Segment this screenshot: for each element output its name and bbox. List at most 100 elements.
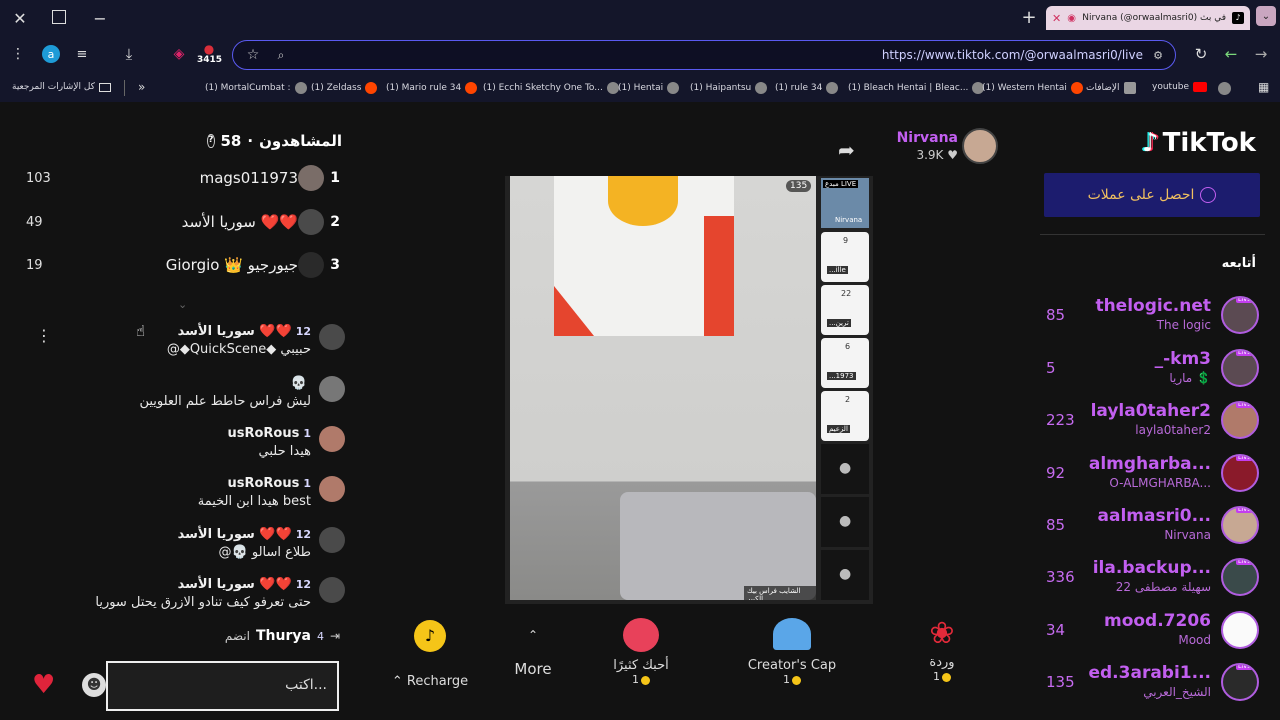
bookmark-item[interactable]: (1) Ecchi Sketchy One To... xyxy=(483,82,619,94)
close-tab-icon[interactable]: ✕ xyxy=(1052,12,1061,25)
profile-avatar[interactable]: a xyxy=(42,45,60,63)
more-gifts-button[interactable]: ⌃ More xyxy=(508,614,558,678)
person-icon: ● xyxy=(839,513,852,529)
heart-gift-icon xyxy=(623,618,659,652)
video-caption: الشايب فراس بيك الكبير xyxy=(744,586,816,600)
minimize-icon[interactable]: − xyxy=(92,9,108,28)
avatar xyxy=(319,527,345,553)
emoji-icon[interactable]: ☻ xyxy=(82,673,106,697)
globe-icon[interactable] xyxy=(1218,82,1231,95)
flag-red-right xyxy=(704,216,734,336)
extensions-icon[interactable]: ◈ xyxy=(170,45,188,63)
following-item[interactable]: 92 almgharba... O-ALMGHARBA... LIVE xyxy=(1040,450,1265,500)
site-settings-icon[interactable]: ⚙ xyxy=(1151,48,1165,62)
forward-icon[interactable]: → xyxy=(1252,45,1270,63)
guest-tile[interactable]: 9 ...ille xyxy=(821,232,869,282)
tiktok-logo[interactable]: ♪ TikTok xyxy=(1142,128,1256,158)
empty-seat[interactable]: ● xyxy=(821,497,869,547)
guest-tile[interactable]: 6 ...1973 xyxy=(821,338,869,388)
bookmark-item[interactable]: (1) Western Hentai xyxy=(982,82,1083,94)
get-coins-button[interactable]: احصل على عملات xyxy=(1044,173,1260,217)
bookmark-item[interactable]: youtube xyxy=(1152,82,1208,92)
bookmark-item[interactable]: الإضافات xyxy=(1086,82,1136,94)
comment-input[interactable]: اكتب... xyxy=(285,677,327,693)
bookmark-star-icon[interactable]: ☆ xyxy=(245,47,261,63)
comment-text: هيدا ابن الخيمة best xyxy=(197,494,311,509)
avatar xyxy=(1221,611,1259,649)
comment-input-box[interactable]: اكتب... ☻ xyxy=(82,661,339,711)
gift-item[interactable]: ❀ وردة 1 xyxy=(912,614,972,683)
chevron-down-icon[interactable]: ⌄ xyxy=(178,298,187,311)
active-tab[interactable]: ✕ ◉ Nirvana (@orwaalmasri0) في بث ♪ xyxy=(1046,6,1250,30)
globe-icon xyxy=(826,82,839,94)
share-icon[interactable]: ➦ xyxy=(838,138,855,162)
heart-button[interactable]: ♥ xyxy=(32,670,55,700)
following-item[interactable]: 5 _-km3 ماريا 💲 LIVE xyxy=(1040,345,1265,395)
coin-outline-icon xyxy=(1200,187,1217,203)
all-bookmarks[interactable]: كل الإشارات المرجعية xyxy=(12,82,111,92)
avatar xyxy=(298,165,324,191)
bookmark-item[interactable]: (1) rule 34 xyxy=(775,82,839,94)
guest-tile[interactable]: 2 الزعيم xyxy=(821,391,869,441)
leaderboard-row[interactable]: 103 mags011973 1 xyxy=(20,163,350,193)
avatar: LIVE xyxy=(1221,454,1259,492)
following-item[interactable]: 85 thelogic.net The logic LIVE xyxy=(1040,292,1265,342)
coin-icon xyxy=(792,675,801,685)
apps-grid-icon[interactable]: ▦ xyxy=(1258,80,1269,94)
back-icon[interactable]: ← xyxy=(1222,45,1240,63)
level-badge: 12 xyxy=(295,325,311,338)
menu-icon[interactable]: ⋮ xyxy=(11,46,25,62)
new-tab-icon[interactable]: + xyxy=(1020,7,1038,28)
following-item[interactable]: 135 ed.3arabi1... الشيخ_العربي LIVE xyxy=(1040,659,1265,709)
leaderboard-row[interactable]: 19 Giorgio 👑 جيورجيو 3 xyxy=(20,250,350,280)
bookmark-item[interactable]: (1) Mario rule 34 xyxy=(386,82,478,94)
avatar: LIVE xyxy=(1221,506,1259,544)
lb-score: 103 xyxy=(26,170,51,186)
join-user: Thurya xyxy=(255,628,311,644)
more-options-icon[interactable]: ⋮ xyxy=(36,326,52,345)
bookmark-separator xyxy=(124,80,125,96)
bookmark-item[interactable]: (1) Bleach Hentai | Bleac... xyxy=(848,82,985,94)
playlist-icon[interactable]: ≡ xyxy=(74,46,90,62)
info-icon[interactable]: ? xyxy=(207,134,215,148)
bookmark-item[interactable]: (1) Hentai xyxy=(618,82,680,94)
close-window-icon[interactable]: ✕ xyxy=(12,9,28,28)
following-item[interactable]: 336 ila.backup... سهيلة مصطفى 22 LIVE xyxy=(1040,554,1265,604)
empty-seat[interactable]: ● xyxy=(821,550,869,600)
vpn-badge-count: 3415 xyxy=(197,55,223,65)
gift-item[interactable]: أحبك كثيرًا 1 xyxy=(596,614,686,686)
bookmark-item[interactable]: (1) Zeldass xyxy=(311,82,378,94)
live-creator-tile[interactable]: مبدع LIVE Nirvana xyxy=(821,178,869,228)
search-icon[interactable]: ⌕ xyxy=(273,47,289,63)
following-item[interactable]: 223 layla0taher2 layla0taher2 LIVE xyxy=(1040,397,1265,447)
person-icon: ● xyxy=(839,566,852,582)
bookmark-item[interactable]: (1) MortalCumbat : xyxy=(205,82,307,94)
tab-audio-icon[interactable]: ◉ xyxy=(1067,13,1076,24)
bookmark-item[interactable]: (1) Haipantsu xyxy=(690,82,768,94)
live-video[interactable]: 135 الشايب فراس بيك الكبير مبدع LIVE Nir… xyxy=(505,176,873,604)
host-info[interactable]: Nirvana 3.9K ♥ xyxy=(897,128,1000,168)
avatar xyxy=(319,426,345,452)
folder-icon xyxy=(98,82,111,92)
vpn-icon[interactable]: ● xyxy=(198,42,220,56)
enter-icon: ⇥ xyxy=(329,629,340,643)
maximize-icon[interactable] xyxy=(52,10,66,24)
url-text[interactable]: https://www.tiktok.com/@orwaalmasri0/liv… xyxy=(882,48,1143,62)
level-badge: 1 xyxy=(303,427,311,440)
empty-seat[interactable]: ● xyxy=(821,444,869,494)
chevron-more-icon[interactable]: » xyxy=(138,80,145,94)
reload-icon[interactable]: ↻ xyxy=(1192,45,1210,63)
following-item[interactable]: 34 mood.7206 Mood xyxy=(1040,607,1265,657)
recharge-button[interactable]: ♪ ⌃ Recharge xyxy=(390,614,470,689)
tiktok-favicon: ♪ xyxy=(1232,12,1244,24)
reddit-icon xyxy=(1070,82,1083,94)
avatar: LIVE xyxy=(1221,296,1259,334)
leaderboard-row[interactable]: 49 سوريا الأسد ❤️❤️ 2 xyxy=(20,207,350,237)
following-item[interactable]: 85 aalmasri0... Nirvana LIVE xyxy=(1040,502,1265,552)
guest-tile[interactable]: 22 ...ترين xyxy=(821,285,869,335)
gift-item[interactable]: Creator's Cap 1 xyxy=(740,614,844,686)
address-bar[interactable]: ☆ ⌕ https://www.tiktok.com/@orwaalmasri0… xyxy=(232,40,1176,70)
tab-search-icon[interactable]: ⌄ xyxy=(1256,6,1276,26)
cap-gift-icon xyxy=(773,618,811,650)
download-icon[interactable]: ⤓ xyxy=(120,45,138,63)
